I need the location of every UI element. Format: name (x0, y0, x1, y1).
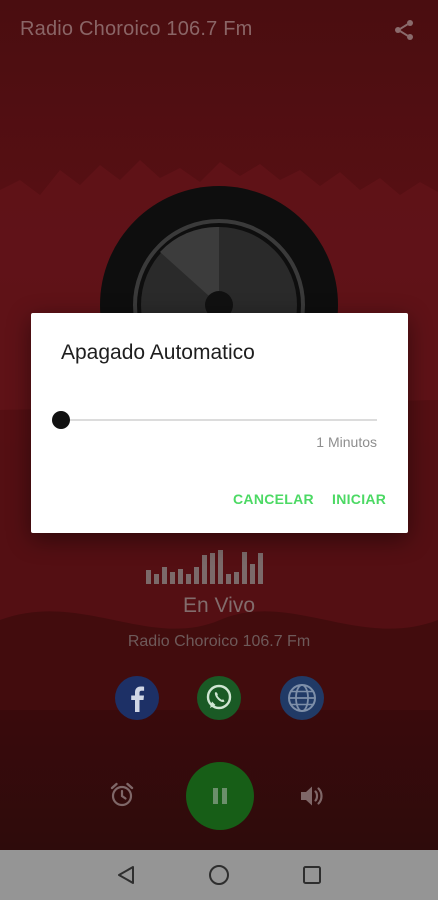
facebook-icon (115, 676, 159, 720)
volume-icon (301, 786, 323, 806)
share-icon (395, 20, 413, 40)
pause-button[interactable] (186, 762, 254, 830)
recents-square-icon (302, 866, 321, 884)
volume-button[interactable] (297, 782, 325, 810)
audio-level-bar (170, 572, 175, 584)
audio-level-bar (242, 552, 247, 584)
sleep-timer-slider[interactable] (52, 411, 377, 429)
audio-level-bar (226, 574, 231, 584)
nav-recents-button[interactable] (300, 863, 324, 887)
sleep-timer-dialog: Apagado Automatico 1 Minutos CANCELAR IN… (31, 313, 408, 533)
audio-level-bar (218, 550, 223, 584)
audio-level-bar (146, 570, 151, 584)
home-circle-icon (208, 865, 229, 885)
slider-value-label: 1 Minutos (316, 434, 377, 450)
audio-level-bars (146, 550, 294, 584)
whatsapp-button[interactable] (197, 676, 241, 720)
alarm-clock-icon (110, 782, 134, 807)
audio-level-bar (258, 553, 263, 584)
alarm-button[interactable] (108, 781, 136, 809)
audio-level-bar (154, 574, 159, 584)
audio-level-bar (186, 574, 191, 584)
share-button[interactable] (392, 18, 416, 42)
dialog-title: Apagado Automatico (61, 341, 255, 364)
audio-level-bar (162, 567, 167, 584)
globe-icon (280, 676, 324, 720)
nav-back-button[interactable] (114, 863, 138, 887)
website-button[interactable] (280, 676, 324, 720)
whatsapp-icon (197, 676, 241, 720)
system-navigation-bar (0, 850, 438, 900)
audio-level-bar (202, 555, 207, 584)
audio-level-bar (178, 569, 183, 584)
pause-icon (213, 788, 227, 804)
nav-home-button[interactable] (207, 863, 231, 887)
start-button[interactable]: INICIAR (332, 491, 386, 507)
app-title: Radio Choroico 106.7 Fm (20, 18, 253, 40)
live-status-label: En Vivo (183, 594, 255, 617)
facebook-button[interactable] (115, 676, 159, 720)
slider-thumb[interactable] (52, 411, 70, 429)
station-name-label: Radio Choroico 106.7 Fm (127, 633, 311, 650)
audio-level-bar (194, 567, 199, 584)
audio-level-bar (234, 572, 239, 584)
back-triangle-icon (118, 866, 135, 884)
audio-level-bar (250, 564, 255, 584)
audio-level-bar (210, 553, 215, 584)
cancel-button[interactable]: CANCELAR (233, 491, 314, 507)
